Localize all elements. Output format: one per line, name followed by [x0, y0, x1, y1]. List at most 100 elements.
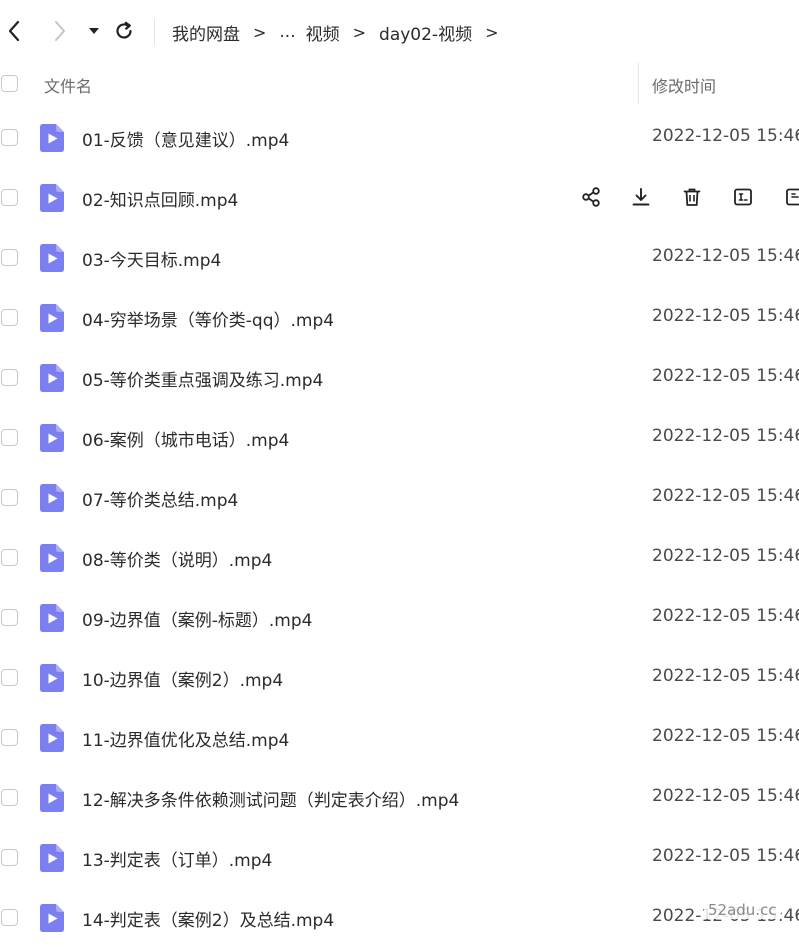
breadcrumb-separator: > [253, 22, 267, 42]
file-modified-time: 2022-12-05 15:46 [652, 606, 799, 626]
file-modified-time: 2022-12-05 15:46 [652, 726, 799, 746]
breadcrumb-item-current[interactable]: day02-视频 [379, 20, 472, 45]
row-checkbox[interactable] [1, 549, 18, 566]
file-row[interactable]: 01-反馈（意见建议）.mp4 2022-12-05 15:46 [0, 107, 799, 167]
video-file-icon [39, 363, 65, 393]
video-file-icon [39, 603, 65, 633]
refresh-button[interactable] [110, 17, 138, 45]
video-file-icon [39, 423, 65, 453]
file-name[interactable]: 08-等价类（说明）.mp4 [82, 546, 272, 571]
row-checkbox[interactable] [1, 369, 18, 386]
row-checkbox[interactable] [1, 309, 18, 326]
video-file-icon [39, 783, 65, 813]
row-checkbox[interactable] [1, 729, 18, 746]
file-row[interactable]: 08-等价类（说明）.mp4 2022-12-05 15:46 [0, 527, 799, 587]
file-name[interactable]: 04-穷举场景（等价类-qq）.mp4 [82, 306, 334, 331]
row-checkbox[interactable] [1, 249, 18, 266]
row-checkbox[interactable] [1, 489, 18, 506]
video-file-icon [39, 543, 65, 573]
video-file-icon [39, 183, 65, 213]
video-file-icon [39, 903, 65, 933]
rename-icon [734, 188, 752, 206]
file-modified-time: 2022-12-05 15:46 [652, 246, 799, 266]
breadcrumb-item-root[interactable]: 我的网盘 [172, 20, 240, 45]
file-name[interactable]: 10-边界值（案例2）.mp4 [82, 666, 283, 691]
file-row[interactable]: 04-穷举场景（等价类-qq）.mp4 2022-12-05 15:46 [0, 287, 799, 347]
file-name[interactable]: 12-解决多条件依赖测试问题（判定表介绍）.mp4 [82, 786, 459, 811]
breadcrumb-separator: > [352, 22, 367, 42]
rename-button[interactable] [730, 184, 756, 210]
video-file-icon [39, 483, 65, 513]
share-icon [582, 187, 600, 207]
video-file-icon [39, 243, 65, 273]
video-file-icon [39, 663, 65, 693]
file-name[interactable]: 05-等价类重点强调及练习.mp4 [82, 366, 323, 391]
breadcrumb-item-videos[interactable]: 视频 [306, 20, 340, 45]
file-list: 01-反馈（意见建议）.mp4 2022-12-05 15:46 02-知识点回顾.… [0, 107, 799, 947]
file-row[interactable]: 07-等价类总结.mp4 2022-12-05 15:46 [0, 467, 799, 527]
more-icon [786, 188, 799, 206]
file-modified-time: 2022-12-05 15:46 [652, 126, 799, 146]
refresh-icon [116, 21, 132, 39]
breadcrumb: 我的网盘 > ... 视频 > day02-视频 > [172, 18, 511, 46]
watermark: 52adu.cc [704, 901, 781, 919]
column-divider[interactable] [638, 62, 639, 104]
file-row[interactable]: 03-今天目标.mp4 2022-12-05 15:46 [0, 227, 799, 287]
file-row[interactable]: 13-判定表（订单）.mp4 2022-12-05 15:46 [0, 827, 799, 887]
row-checkbox[interactable] [1, 789, 18, 806]
row-checkbox[interactable] [1, 909, 18, 926]
breadcrumb-separator: > [485, 22, 499, 42]
share-button[interactable] [578, 184, 604, 210]
toolbar-divider [154, 19, 155, 45]
row-checkbox[interactable] [1, 609, 18, 626]
history-dropdown-button[interactable] [80, 17, 108, 45]
file-modified-time: 2022-12-05 15:46 [652, 486, 799, 506]
file-name[interactable]: 14-判定表（案例2）及总结.mp4 [82, 906, 334, 931]
row-checkbox[interactable] [1, 189, 18, 206]
file-name[interactable]: 01-反馈（意见建议）.mp4 [82, 126, 289, 151]
file-modified-time: 2022-12-05 15:46 [652, 366, 799, 386]
breadcrumb-item-ellipsis[interactable]: ... [279, 22, 295, 42]
video-file-icon [39, 303, 65, 333]
file-name[interactable]: 03-今天目标.mp4 [82, 246, 221, 271]
file-list-header: 文件名 修改时间 [0, 62, 799, 107]
file-name[interactable]: 07-等价类总结.mp4 [82, 486, 238, 511]
forward-button[interactable] [46, 17, 74, 45]
file-row[interactable]: 12-解决多条件依赖测试问题（判定表介绍）.mp4 2022-12-05 15:4… [0, 767, 799, 827]
file-name[interactable]: 02-知识点回顾.mp4 [82, 186, 238, 211]
column-header-name[interactable]: 文件名 [44, 73, 92, 97]
file-row[interactable]: 06-案例（城市电话）.mp4 2022-12-05 15:46 [0, 407, 799, 467]
file-modified-time: 2022-12-05 15:46 [652, 426, 799, 446]
select-all-checkbox[interactable] [1, 75, 18, 92]
file-row[interactable]: 02-知识点回顾.mp4 [0, 167, 799, 227]
file-modified-time: 2022-12-05 15:46 [652, 666, 799, 686]
video-file-icon [39, 123, 65, 153]
file-row[interactable]: 09-边界值（案例-标题）.mp4 2022-12-05 15:46 [0, 587, 799, 647]
video-file-icon [39, 723, 65, 753]
row-checkbox[interactable] [1, 129, 18, 146]
row-checkbox[interactable] [1, 669, 18, 686]
file-modified-time: 2022-12-05 15:46 [652, 546, 799, 566]
file-name[interactable]: 13-判定表（订单）.mp4 [82, 846, 272, 871]
download-button[interactable] [628, 184, 654, 210]
file-modified-time: 2022-12-05 15:46 [652, 306, 799, 326]
file-name[interactable]: 11-边界值优化及总结.mp4 [82, 726, 289, 751]
delete-button[interactable] [679, 184, 705, 210]
file-row[interactable]: 14-判定表（案例2）及总结.mp42022-12-05 15:46 [0, 887, 799, 947]
download-icon [632, 188, 650, 206]
caret-down-icon [89, 28, 99, 34]
file-row[interactable]: 10-边界值（案例2）.mp4 2022-12-05 15:46 [0, 647, 799, 707]
delete-icon [683, 188, 701, 206]
top-navigation-bar: 我的网盘 > ... 视频 > day02-视频 > [0, 0, 799, 62]
back-button[interactable] [0, 17, 28, 45]
file-row[interactable]: 05-等价类重点强调及练习.mp4 2022-12-05 15:46 [0, 347, 799, 407]
video-file-icon [39, 843, 65, 873]
column-header-modified[interactable]: 修改时间 [652, 73, 716, 97]
file-name[interactable]: 09-边界值（案例-标题）.mp4 [82, 606, 312, 631]
file-modified-time: 2022-12-05 15:46 [652, 846, 799, 866]
row-checkbox[interactable] [1, 849, 18, 866]
row-checkbox[interactable] [1, 429, 18, 446]
file-name[interactable]: 06-案例（城市电话）.mp4 [82, 426, 289, 451]
file-row[interactable]: 11-边界值优化及总结.mp4 2022-12-05 15:46 [0, 707, 799, 767]
more-button[interactable] [782, 184, 799, 210]
